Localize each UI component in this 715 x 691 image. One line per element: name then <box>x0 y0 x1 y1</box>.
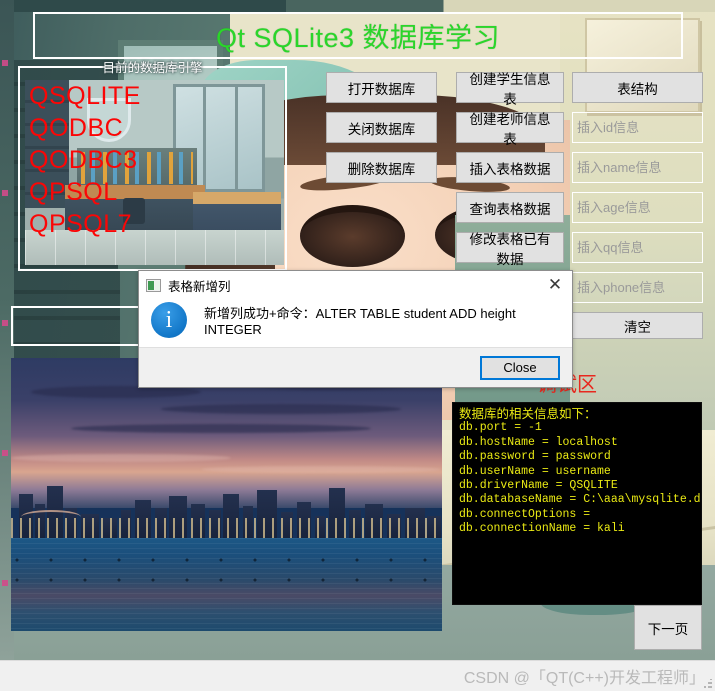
app-icon <box>146 278 161 292</box>
page-title: Qt SQLite3 数据库学习 <box>215 23 501 53</box>
sql-command-input[interactable] <box>11 306 151 346</box>
dialog-body: i 新增列成功+命令：ALTER TABLE student ADD heigh… <box>139 299 572 347</box>
query-table-data-button[interactable]: 查询表格数据 <box>456 192 564 223</box>
update-table-data-button[interactable]: 修改表格已有数据 <box>456 232 564 267</box>
table-schema-button[interactable]: 表结构 <box>572 72 703 103</box>
dialog-footer: Close <box>139 347 572 387</box>
groupbox-title: 目前的数据库引擎 <box>102 61 203 75</box>
close-icon[interactable]: ✕ <box>538 271 572 299</box>
phone-field[interactable] <box>572 272 703 303</box>
list-item[interactable]: QSQLITE <box>25 80 284 112</box>
dialog-title: 表格新增列 <box>168 279 231 294</box>
engine-list-container[interactable]: QSQLITE QODBC QODBC3 QPSQL QPSQL7 <box>25 80 284 265</box>
create-teacher-table-button[interactable]: 创建老师信息表 <box>456 112 564 147</box>
console-line: db.port = -1 <box>459 421 542 435</box>
age-field[interactable] <box>572 192 703 223</box>
dialog-titlebar[interactable]: 表格新增列 ✕ <box>139 271 572 299</box>
console-line: db.driverName = QSQLITE <box>459 479 618 493</box>
clear-button[interactable]: 清空 <box>572 312 703 339</box>
id-field[interactable] <box>572 112 703 143</box>
csdn-watermark: CSDN @「QT(C++)开发工程师」 <box>463 670 705 687</box>
qt-application-window: Qt SQLite3 数据库学习 目前的数据库引擎 QSQLITE QODBC … <box>0 0 715 691</box>
console-line: db.hostName = localhost <box>459 435 618 449</box>
console-line: db.password = password <box>459 450 611 464</box>
console-line: db.databaseName = C:\aaa\mysqlite.db <box>459 493 702 507</box>
list-item[interactable]: QODBC3 <box>25 144 284 176</box>
engine-list[interactable]: QSQLITE QODBC QODBC3 QPSQL QPSQL7 <box>25 80 284 265</box>
dialog-close-button[interactable]: Close <box>480 355 560 380</box>
open-database-button[interactable]: 打开数据库 <box>326 72 437 103</box>
delete-database-button[interactable]: 删除数据库 <box>326 152 437 183</box>
console-line: db.userName = username <box>459 464 611 478</box>
qq-field[interactable] <box>572 232 703 263</box>
photo-cloud <box>161 404 401 414</box>
dialog-message: 新增列成功+命令：ALTER TABLE student ADD height … <box>204 306 516 337</box>
insert-table-data-button[interactable]: 插入表格数据 <box>456 152 564 183</box>
name-field[interactable] <box>572 152 703 183</box>
list-item[interactable]: QPSQL7 <box>25 208 284 240</box>
statusbar: CSDN @「QT(C++)开发工程师」 <box>0 660 715 691</box>
create-student-table-button[interactable]: 创建学生信息表 <box>456 72 564 107</box>
console-line: db.connectionName = kali <box>459 522 625 536</box>
bg-character-eye-left <box>300 205 405 267</box>
photo-cloud <box>11 454 231 462</box>
title-banner: Qt SQLite3 数据库学习 <box>33 12 683 59</box>
bg-left-accents <box>2 0 8 660</box>
console-line: 数据库的相关信息如下： <box>459 407 597 421</box>
photo-cloud <box>71 424 371 433</box>
city-photo <box>11 358 442 631</box>
debug-console[interactable]: 数据库的相关信息如下： db.port = -1 db.hostName = l… <box>452 402 702 605</box>
photo-water-specks <box>11 554 442 594</box>
list-item[interactable]: QODBC <box>25 112 284 144</box>
add-column-dialog: 表格新增列 ✕ i 新增列成功+命令：ALTER TABLE student A… <box>138 270 573 388</box>
database-engine-groupbox: 目前的数据库引擎 QSQLITE QODBC QODBC3 QPSQL QPSQ… <box>18 61 287 271</box>
photo-cloud <box>201 466 441 473</box>
list-item[interactable]: QPSQL <box>25 176 284 208</box>
photo-city-lights <box>11 518 442 540</box>
close-database-button[interactable]: 关闭数据库 <box>326 112 437 143</box>
information-icon: i <box>151 302 187 338</box>
console-line: db.connectOptions = <box>459 507 598 521</box>
resize-grip-icon[interactable] <box>703 679 713 689</box>
bg-top-strip <box>0 0 715 12</box>
next-page-button[interactable]: 下一页 <box>634 605 702 650</box>
